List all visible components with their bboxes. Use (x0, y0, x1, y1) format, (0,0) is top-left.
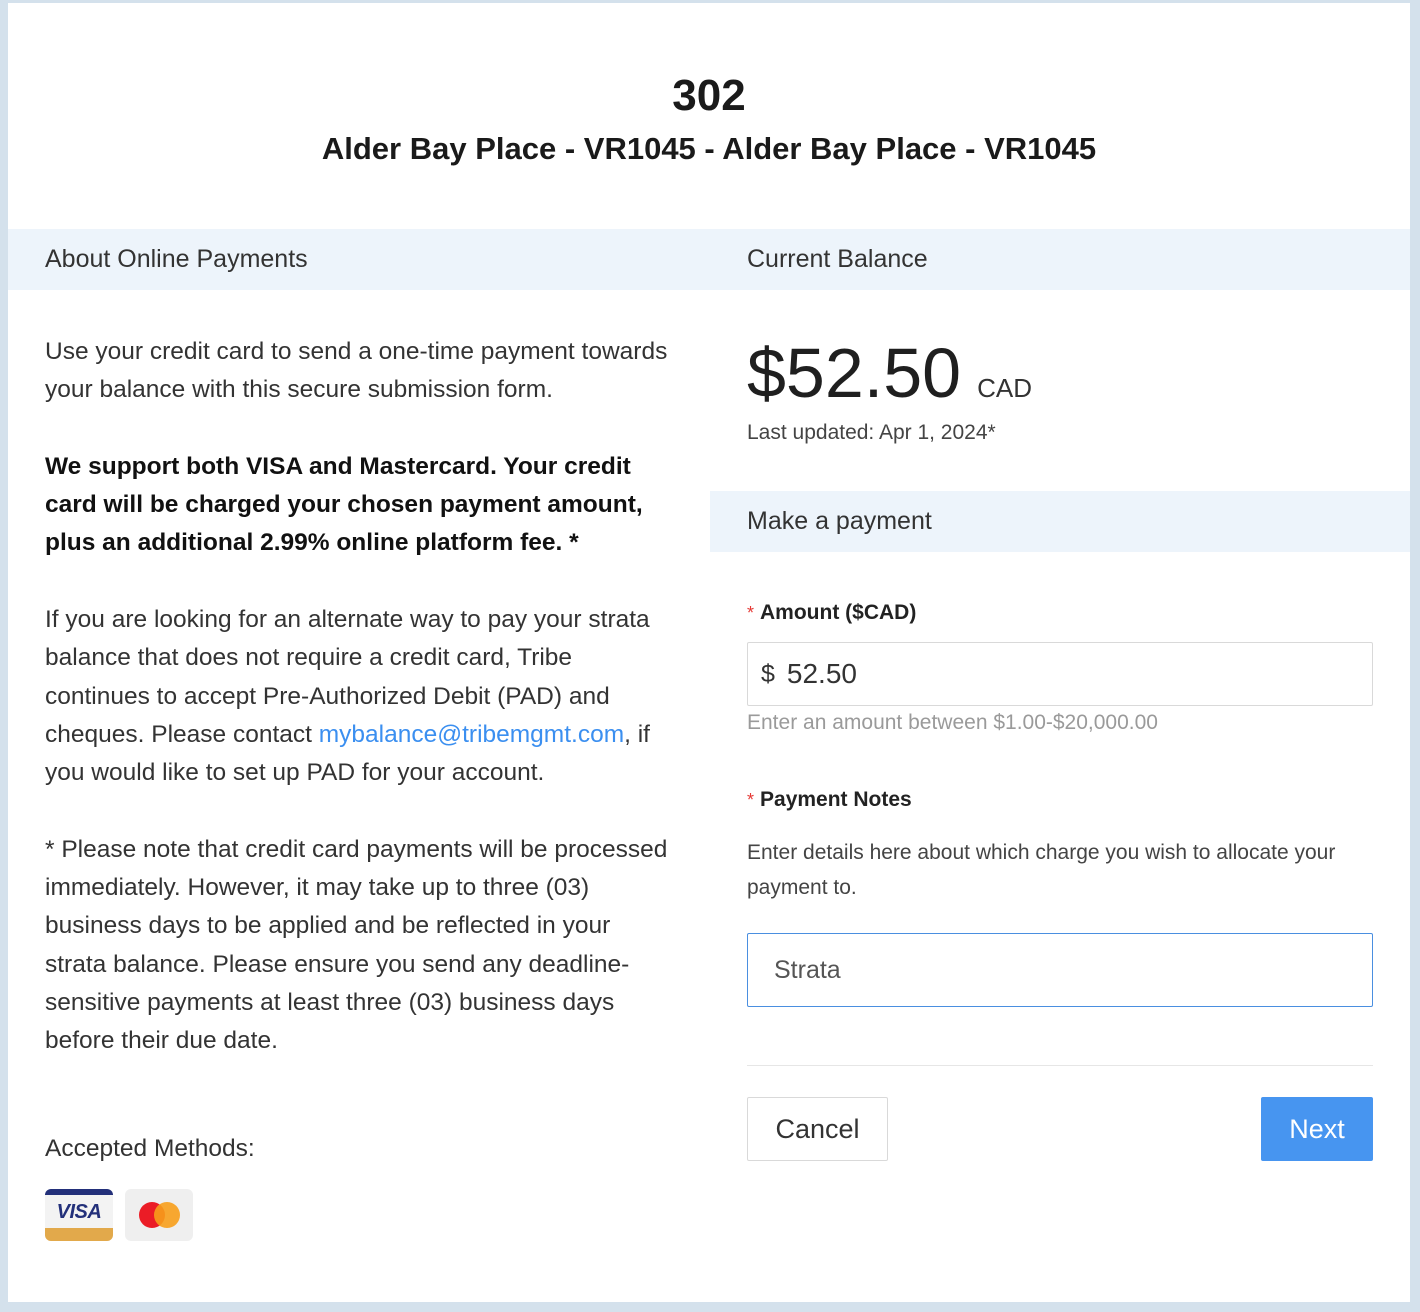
payment-notes-help: Enter details here about which charge yo… (747, 841, 1336, 899)
cancel-button[interactable]: Cancel (747, 1097, 888, 1161)
next-button[interactable]: Next (1261, 1097, 1373, 1161)
currency-prefix: $ (761, 659, 775, 688)
visa-card-icon: VISA (45, 1189, 113, 1241)
amount-field[interactable]: $ (747, 642, 1373, 706)
required-marker: * (747, 790, 755, 810)
card-support-text: We support both VISA and Mastercard. You… (45, 452, 643, 557)
payment-notes-field[interactable]: Strata (747, 933, 1373, 1007)
amount-hint: Enter an amount between $1.00-$20,000.00 (747, 711, 1158, 734)
form-divider (747, 1065, 1373, 1066)
about-intro: Use your credit card to send a one-time … (45, 338, 668, 404)
balance-amount: $52.50 (747, 334, 962, 412)
about-online-payments-header: About Online Payments (8, 229, 710, 290)
last-updated: Last updated: Apr 1, 2024* (747, 421, 996, 444)
accepted-methods-label: Accepted Methods: (45, 1135, 255, 1162)
payment-notes-label: * Payment Notes (747, 788, 912, 812)
processing-note: * Please note that credit card payments … (45, 835, 668, 1055)
amount-label: * Amount ($CAD) (747, 601, 916, 625)
payment-notes-label-text: Payment Notes (760, 788, 912, 811)
visa-logo-text: VISA (56, 1201, 102, 1223)
make-payment-header: Make a payment (710, 491, 1410, 552)
amount-label-text: Amount ($CAD) (760, 601, 917, 624)
payment-notes-input[interactable]: Strata (774, 954, 1346, 986)
accepted-methods: VISA (45, 1189, 193, 1241)
balance-currency: CAD (977, 373, 1033, 403)
property-name: Alder Bay Place - VR1045 - Alder Bay Pla… (321, 131, 1097, 166)
balance-display: $52.50 CAD (747, 333, 1032, 413)
contact-email-link[interactable]: mybalance@tribemgmt.com (319, 721, 624, 748)
unit-number: 302 (672, 71, 746, 120)
amount-input[interactable] (786, 658, 1327, 690)
current-balance-header: Current Balance (710, 229, 1410, 290)
about-content: Use your credit card to send a one-time … (45, 333, 675, 1099)
mastercard-icon (125, 1189, 193, 1241)
required-marker: * (747, 603, 755, 623)
alternate-payment-text: If you are looking for an alternate way … (45, 601, 675, 792)
payment-card: 302 Alder Bay Place - VR1045 - Alder Bay… (8, 3, 1410, 1302)
